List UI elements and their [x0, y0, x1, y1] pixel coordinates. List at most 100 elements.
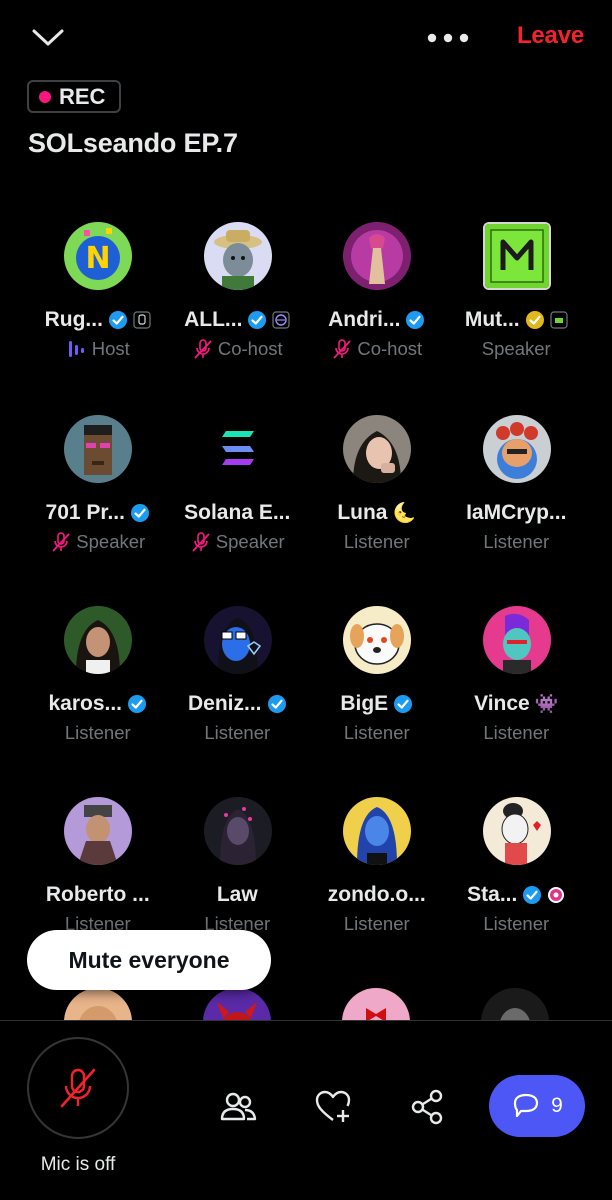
role-line: Speaker	[28, 531, 168, 553]
participant-row: karos... Listener Deniz... Listener BigE…	[28, 606, 586, 796]
avatar	[203, 415, 272, 483]
avatar	[482, 606, 551, 674]
participant-role: Listener	[343, 722, 410, 743]
role-line: Listener	[447, 913, 587, 935]
chevron-down-icon[interactable]	[30, 24, 66, 52]
participant-card[interactable]: Andri... Co-host	[307, 222, 447, 372]
participant-role: Listener	[483, 722, 550, 743]
verified-badge-icon	[406, 311, 425, 329]
role-line: Host	[28, 338, 168, 360]
participant-role: Co-host	[357, 338, 423, 359]
chat-count: 9	[551, 1094, 563, 1117]
participant-role: Listener	[483, 531, 550, 552]
moon-emoji: 🌜	[392, 503, 417, 524]
participant-name: Luna	[337, 501, 388, 524]
participant-card[interactable]: zondo.o... Listener	[307, 797, 447, 947]
mute-everyone-button[interactable]: Mute everyone	[27, 930, 271, 990]
avatar	[482, 797, 551, 865]
role-line: Listener	[168, 722, 308, 744]
role-line: Listener	[447, 531, 587, 553]
participant-card[interactable]: Vince 👾 Listener	[447, 606, 587, 756]
speaking-bars-icon	[68, 341, 84, 357]
name-line: Vince 👾	[447, 692, 587, 716]
name-line: Roberto ...	[28, 883, 168, 907]
participant-card[interactable]: Solana E... Speaker	[168, 415, 308, 565]
role-line: Listener	[307, 913, 447, 935]
mute-everyone-label: Mute everyone	[68, 946, 230, 973]
role-line: Speaker	[168, 531, 308, 553]
participant-name: Law	[216, 883, 258, 906]
participant-name: Vince	[474, 692, 530, 715]
participant-name: Deniz...	[187, 692, 262, 715]
share-button[interactable]	[408, 1087, 448, 1127]
top-bar: Leave	[0, 0, 612, 76]
mic-muted-icon	[52, 532, 70, 552]
rec-badge: REC	[27, 80, 121, 113]
mic-muted-icon	[194, 339, 212, 359]
react-button[interactable]	[313, 1087, 353, 1127]
avatar	[482, 415, 551, 483]
participant-card[interactable]: ALL... Co-host	[168, 222, 308, 372]
participant-role: Listener	[343, 913, 410, 934]
heart-plus-icon	[315, 1090, 351, 1122]
participant-card[interactable]: Mut... Speaker	[447, 222, 587, 372]
mic-status-label: Mic is off	[40, 1154, 116, 1175]
role-line: Listener	[28, 722, 168, 744]
name-line: Mut...	[447, 308, 587, 332]
avatar	[203, 797, 272, 865]
avatar	[343, 797, 411, 865]
participant-card[interactable]: Roberto ... Listener	[28, 797, 168, 947]
mic-muted-icon	[333, 339, 352, 359]
role-line: Co-host	[307, 338, 447, 360]
participant-card[interactable]: IaMCryp... Listener	[447, 415, 587, 565]
name-line: Sta...	[447, 883, 587, 907]
participant-row: 701 Pr... Speaker Solana E... Speaker Lu…	[28, 415, 586, 605]
participant-name: IaMCryp...	[466, 501, 567, 524]
participant-card[interactable]: BigE Listener	[307, 606, 447, 756]
participant-card[interactable]: karos... Listener	[28, 606, 168, 756]
participant-card[interactable]: 701 Pr... Speaker	[28, 415, 168, 565]
affiliate-badge-icon	[133, 311, 151, 329]
verified-badge-icon	[394, 695, 413, 713]
role-line: Listener	[447, 722, 587, 744]
name-line: Rug...	[28, 308, 168, 332]
verified-badge-icon	[108, 311, 127, 329]
name-line: ALL...	[168, 308, 308, 332]
mic-toggle-button[interactable]	[27, 1037, 129, 1139]
participant-name: Sta...	[467, 883, 518, 906]
participant-name: 701 Pr...	[45, 501, 125, 524]
share-icon	[411, 1089, 443, 1125]
avatar	[482, 222, 551, 290]
people-button[interactable]	[218, 1087, 258, 1127]
pokeball-badge-icon	[548, 887, 565, 903]
chat-button[interactable]: 9	[489, 1075, 585, 1137]
mic-muted-icon	[192, 532, 210, 552]
avatar	[64, 415, 132, 483]
name-line: 701 Pr...	[28, 501, 168, 525]
participant-card[interactable]: Law Listener	[168, 797, 308, 947]
more-dots-icon[interactable]	[424, 26, 472, 50]
participant-name: Rug...	[44, 308, 103, 331]
verified-badge-icon	[248, 311, 267, 329]
participant-name: ALL...	[184, 308, 243, 331]
participant-role: Co-host	[217, 338, 283, 359]
name-line: Solana E...	[168, 501, 308, 525]
participant-name: Mut...	[464, 308, 520, 331]
verified-badge-icon	[130, 504, 149, 522]
leave-button[interactable]: Leave	[517, 22, 584, 50]
participant-role: Listener	[343, 531, 410, 552]
participant-card[interactable]: Luna 🌜 Listener	[307, 415, 447, 565]
avatar	[343, 606, 411, 674]
bottom-bar: Mic is off 9	[0, 1020, 612, 1200]
participant-card[interactable]: Deniz... Listener	[168, 606, 308, 756]
avatar: N	[64, 222, 132, 290]
avatar	[343, 222, 411, 290]
participant-card[interactable]: N Rug... Host	[28, 222, 168, 372]
participant-role: Speaker	[76, 531, 146, 552]
role-line: Speaker	[447, 338, 587, 360]
participant-card[interactable]: Sta... Listener	[447, 797, 587, 947]
rec-label: REC	[59, 83, 106, 109]
participant-role: Speaker	[481, 338, 551, 359]
participant-name: zondo.o...	[327, 883, 426, 906]
participant-name: Andri...	[328, 308, 401, 331]
